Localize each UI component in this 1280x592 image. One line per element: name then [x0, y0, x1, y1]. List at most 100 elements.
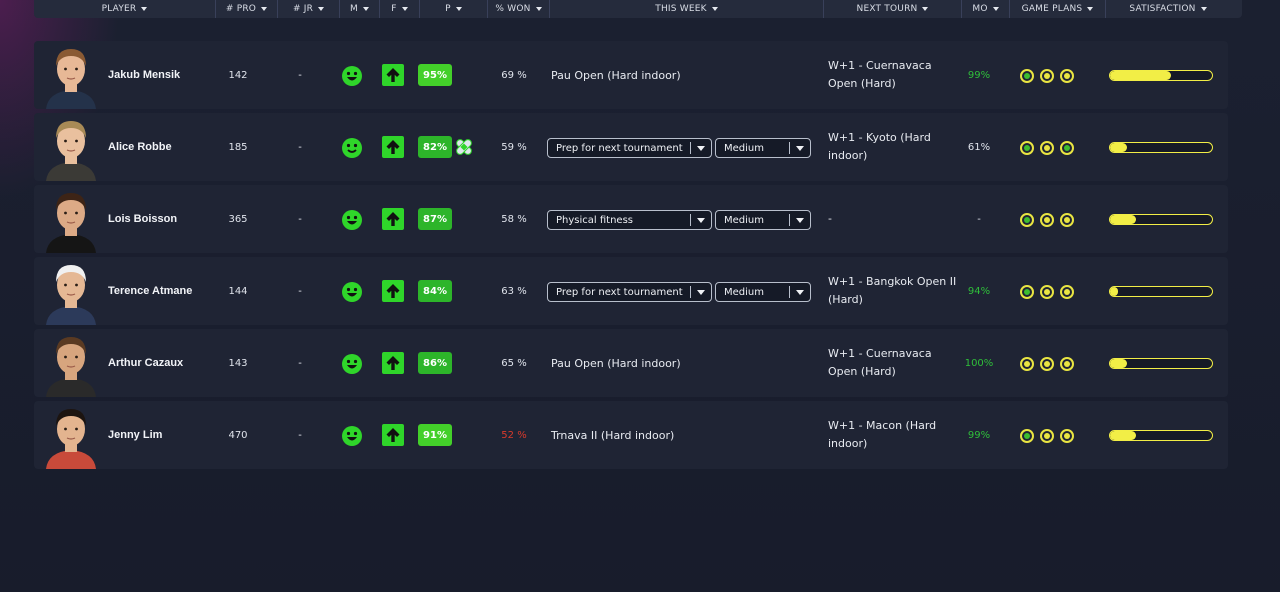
game-plan-yellow-dot-icon[interactable]	[1040, 357, 1054, 371]
game-plans	[1020, 357, 1074, 371]
intensity-dropdown-value: Medium	[724, 142, 764, 154]
column-header-this-week[interactable]: THIS WEEK	[550, 0, 824, 18]
activity-dropdown-value: Prep for next tournament	[556, 142, 683, 154]
table-row[interactable]: Terence Atmane 144 - 84% 63 % Prep for next t…	[34, 257, 1228, 325]
column-header-f[interactable]: F	[380, 0, 420, 18]
win-percentage: 65 %	[501, 357, 527, 369]
physical-badge: 84%	[418, 280, 452, 302]
game-plan-yellow-dot-icon[interactable]	[1040, 429, 1054, 443]
game-plan-green-dot-icon[interactable]	[1020, 69, 1034, 83]
game-plan-yellow-dot-icon[interactable]	[1060, 285, 1074, 299]
intensity-dropdown-value: Medium	[724, 214, 764, 226]
column-header-label: GAME PLANS	[1021, 4, 1083, 14]
form-up-arrow-icon	[382, 280, 404, 302]
player-name[interactable]: Jenny Lim	[108, 401, 162, 469]
column-header-p[interactable]: P	[420, 0, 488, 18]
player-name[interactable]: Lois Boisson	[108, 185, 177, 253]
satisfaction-fill	[1110, 143, 1128, 152]
pro-rank: 365	[228, 213, 248, 225]
activity-dropdown-value: Prep for next tournament	[556, 286, 683, 298]
intensity-dropdown[interactable]: Medium	[715, 210, 811, 230]
player-name[interactable]: Jakub Mensik	[108, 41, 180, 109]
win-percentage: 69 %	[501, 69, 527, 81]
column-header-player[interactable]: PLAYER	[34, 0, 216, 18]
chevron-down-icon	[796, 290, 804, 295]
chevron-down-icon	[697, 146, 705, 151]
game-plan-green-dot-icon[interactable]	[1060, 141, 1074, 155]
player-name[interactable]: Arthur Cazaux	[108, 329, 183, 397]
column-header-label: SATISFACTION	[1129, 4, 1196, 14]
next-tournament: W+1 - Cuernavaca Open (Hard)	[828, 59, 932, 90]
game-plans	[1020, 285, 1074, 299]
game-plan-green-dot-icon[interactable]	[1020, 429, 1034, 443]
sort-caret-icon	[261, 7, 268, 11]
column-header-game-plans[interactable]: GAME PLANS	[1010, 0, 1106, 18]
game-plans	[1020, 213, 1074, 227]
column-header-won[interactable]: % WON	[488, 0, 550, 18]
game-plan-yellow-dot-icon[interactable]	[1040, 285, 1054, 299]
game-plan-yellow-dot-icon[interactable]	[1060, 69, 1074, 83]
player-avatar	[40, 114, 102, 181]
physical-badge: 86%	[418, 352, 452, 374]
game-plan-yellow-dot-icon[interactable]	[1060, 429, 1074, 443]
game-plan-green-dot-icon[interactable]	[1020, 213, 1034, 227]
physical-badge: 95%	[418, 64, 452, 86]
game-plan-green-dot-icon[interactable]	[1020, 285, 1034, 299]
activity-dropdown[interactable]: Prep for next tournament	[547, 282, 712, 302]
sort-caret-icon	[362, 7, 369, 11]
player-avatar	[40, 402, 102, 469]
next-tournament: W+1 - Macon (Hard indoor)	[828, 419, 937, 450]
dropdown-divider	[789, 214, 790, 226]
activity-dropdown[interactable]: Physical fitness	[547, 210, 712, 230]
game-plan-yellow-dot-icon[interactable]	[1060, 213, 1074, 227]
intensity-dropdown[interactable]: Medium	[715, 138, 811, 158]
sort-caret-icon	[1087, 7, 1094, 11]
win-percentage: 52 %	[501, 429, 527, 441]
table-row[interactable]: Jenny Lim 470 - 91% 52 % Trnava II (Hard indo…	[34, 401, 1228, 469]
intensity-dropdown[interactable]: Medium	[715, 282, 811, 302]
activity-dropdown[interactable]: Prep for next tournament	[547, 138, 712, 158]
game-plan-yellow-dot-icon[interactable]	[1040, 141, 1054, 155]
game-plan-yellow-dot-icon[interactable]	[1060, 357, 1074, 371]
satisfaction-bar	[1109, 142, 1213, 153]
pro-rank: 144	[228, 285, 248, 297]
table-header: PLAYER # PRO # JR M F P % WON THIS WEEK NEXT TOU…	[34, 0, 1242, 18]
column-header-m[interactable]: M	[340, 0, 380, 18]
column-header-next-tourn[interactable]: NEXT TOURN	[824, 0, 962, 18]
player-name[interactable]: Terence Atmane	[108, 257, 192, 325]
this-week-tournament: Trnava II (Hard indoor)	[551, 428, 675, 442]
column-header-jr[interactable]: # JR	[278, 0, 340, 18]
satisfaction-bar	[1109, 430, 1213, 441]
next-tournament: W+1 - Kyoto (Hard indoor)	[828, 131, 931, 162]
next-tournament: W+1 - Bangkok Open II (Hard)	[828, 275, 957, 306]
next-tournament: -	[828, 212, 832, 225]
table-row[interactable]: Alice Robbe 185 - 82% 59 % Prep for next tour…	[34, 113, 1228, 181]
chevron-down-icon	[796, 218, 804, 223]
happy-face-icon	[341, 65, 363, 87]
table-row[interactable]: Jakub Mensik 142 - 95% 69 % Pau Open (Hard in…	[34, 41, 1228, 109]
column-header-mo[interactable]: MO	[962, 0, 1010, 18]
column-header-label: M	[350, 4, 358, 14]
table-row[interactable]: Lois Boisson 365 - 87% 58 % Physical fitness M…	[34, 185, 1228, 253]
game-plan-yellow-dot-icon[interactable]	[1020, 357, 1034, 371]
game-plan-green-dot-icon[interactable]	[1020, 141, 1034, 155]
intensity-dropdown-value: Medium	[724, 286, 764, 298]
game-plan-yellow-dot-icon[interactable]	[1040, 69, 1054, 83]
table-row[interactable]: Arthur Cazaux 143 - 86% 65 % Pau Open (Hard i…	[34, 329, 1228, 397]
chevron-down-icon	[697, 218, 705, 223]
game-plans	[1020, 429, 1074, 443]
satisfaction-bar	[1109, 358, 1213, 369]
player-name[interactable]: Alice Robbe	[108, 113, 172, 181]
chevron-down-icon	[697, 290, 705, 295]
dropdown-divider	[690, 142, 691, 154]
junior-rank: -	[298, 357, 302, 369]
game-plan-yellow-dot-icon[interactable]	[1040, 213, 1054, 227]
column-header-label: PLAYER	[101, 4, 137, 14]
dropdown-divider	[690, 286, 691, 298]
pro-rank: 470	[228, 429, 248, 441]
satisfaction-bar	[1109, 286, 1213, 297]
sort-caret-icon	[992, 7, 999, 11]
column-header-satisfaction[interactable]: SATISFACTION	[1106, 0, 1230, 18]
column-header-pro[interactable]: # PRO	[216, 0, 278, 18]
pro-rank: 143	[228, 357, 248, 369]
